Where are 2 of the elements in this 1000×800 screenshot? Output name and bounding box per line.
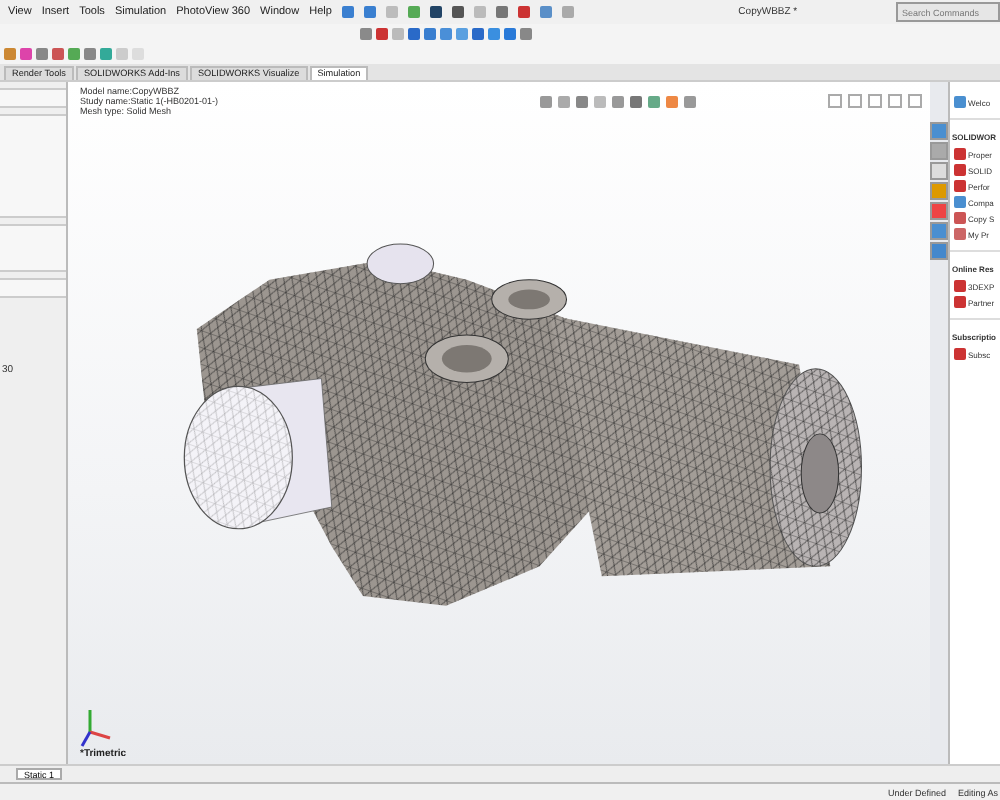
axis-triad-icon (80, 708, 112, 748)
resource-icon (954, 348, 966, 360)
